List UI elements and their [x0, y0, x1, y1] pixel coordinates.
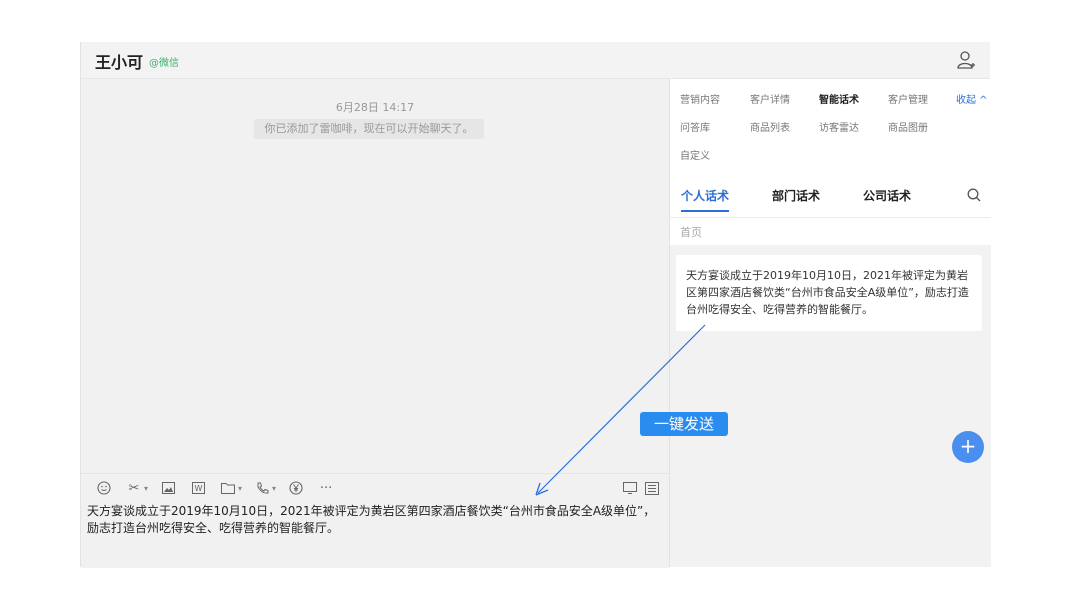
compose-toolbar: ✂ ▾ W ▾ ▾ ···	[95, 479, 335, 497]
plus-icon[interactable]: +	[952, 431, 984, 463]
person-add-icon[interactable]	[956, 50, 976, 70]
feature-tabs-row-1: 营销内容 客户详情 智能话术 客户管理 收起 ^	[680, 91, 988, 106]
active-tab-indicator	[681, 210, 729, 212]
chat-timestamp: 6月28日 14:17	[335, 101, 415, 114]
side-panel-header: 营销内容 客户详情 智能话术 客户管理 收起 ^ 问答库 商品列表 访客雷达 商…	[670, 79, 991, 245]
tab-visitor-radar[interactable]: 访客雷达	[819, 119, 888, 134]
one-click-send-button[interactable]: 一键发送	[640, 412, 728, 436]
folder-icon[interactable]	[219, 479, 237, 497]
list-icon[interactable]	[643, 479, 661, 497]
wechat-tag: @微信	[149, 58, 179, 69]
image-icon[interactable]	[159, 479, 177, 497]
search-icon[interactable]	[967, 188, 981, 202]
tab-customer-management[interactable]: 客户管理	[888, 91, 956, 106]
scissors-icon[interactable]: ✂	[125, 479, 143, 497]
screen-icon[interactable]	[621, 479, 639, 497]
compose-area[interactable]: ✂ ▾ W ▾ ▾ ··· 天方宴谈成立于2019年10月10日，2021年被评…	[81, 473, 669, 568]
chat-area: 6月28日 14:17 你已添加了雷咖啡，现在可以开始聊天了。	[81, 79, 669, 473]
word-icon[interactable]: W	[189, 479, 207, 497]
phone-icon[interactable]	[253, 479, 271, 497]
tab-smart-script[interactable]: 智能话术	[819, 91, 888, 106]
script-card[interactable]: 天方宴谈成立于2019年10月10日，2021年被评定为黄岩区第四家酒店餐饮类“…	[676, 255, 982, 331]
tab-qa-library[interactable]: 问答库	[680, 119, 750, 134]
chevron-down-icon[interactable]: ▾	[144, 484, 148, 493]
tab-personal-scripts[interactable]: 个人话术	[681, 187, 729, 204]
emoji-icon[interactable]	[95, 479, 113, 497]
compose-right-tools	[617, 479, 661, 497]
chevron-down-icon[interactable]: ▾	[272, 484, 276, 493]
tab-customer-details[interactable]: 客户详情	[750, 91, 819, 106]
chevron-down-icon[interactable]: ▾	[238, 484, 242, 493]
svg-text:W: W	[194, 484, 202, 493]
feature-tabs-row-3: 自定义	[680, 147, 710, 162]
yuan-icon[interactable]	[287, 479, 305, 497]
title-bar: 王小可 @微信	[81, 42, 990, 79]
tab-custom[interactable]: 自定义	[680, 147, 710, 162]
breadcrumb[interactable]: 首页	[680, 224, 702, 240]
feature-tabs-row-2: 问答库 商品列表 访客雷达 商品图册	[680, 119, 928, 134]
tab-marketing[interactable]: 营销内容	[680, 91, 750, 106]
script-tabs: 个人话术 部门话术 公司话术	[670, 179, 991, 218]
tab-company-scripts[interactable]: 公司话术	[863, 187, 911, 204]
tab-product-album[interactable]: 商品图册	[888, 119, 928, 134]
script-card-text: 天方宴谈成立于2019年10月10日，2021年被评定为黄岩区第四家酒店餐饮类“…	[686, 269, 969, 316]
contact-name: 王小可	[95, 53, 144, 72]
more-icon[interactable]: ···	[317, 479, 335, 497]
system-message: 你已添加了雷咖啡，现在可以开始聊天了。	[254, 119, 484, 139]
tab-product-list[interactable]: 商品列表	[750, 119, 819, 134]
compose-input[interactable]: 天方宴谈成立于2019年10月10日，2021年被评定为黄岩区第四家酒店餐饮类“…	[87, 503, 661, 537]
tab-department-scripts[interactable]: 部门话术	[772, 187, 820, 204]
collapse-link[interactable]: 收起 ^	[956, 91, 988, 106]
